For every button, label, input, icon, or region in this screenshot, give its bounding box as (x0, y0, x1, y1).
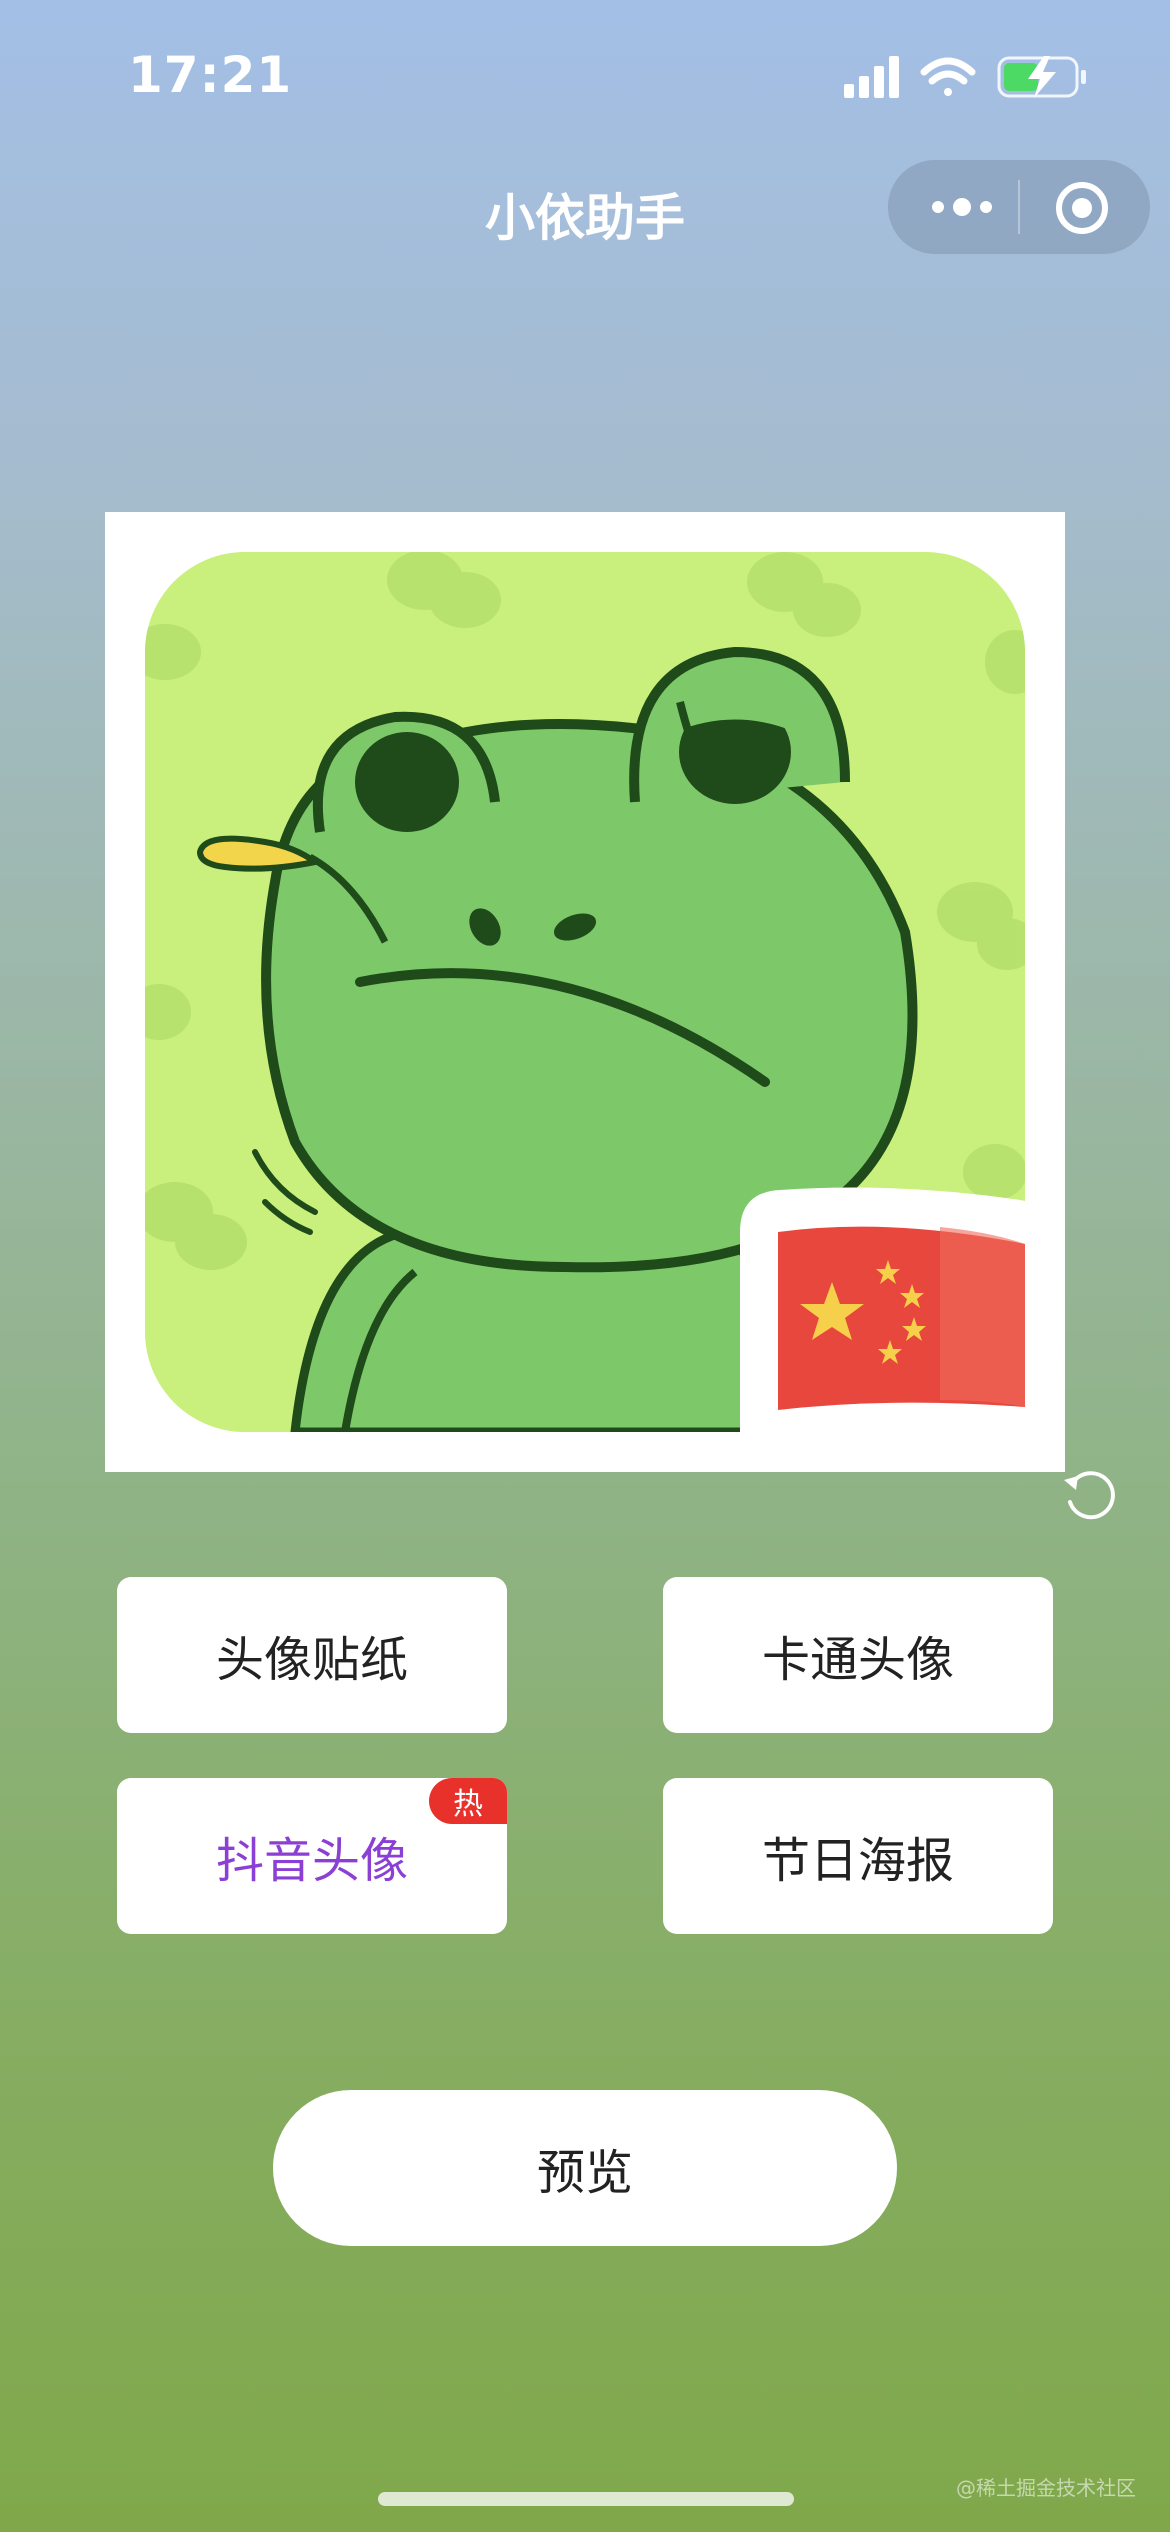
wifi-icon (920, 57, 976, 96)
target-circle-icon[interactable] (1052, 178, 1112, 238)
menu-item-label: 头像贴纸 (215, 1632, 408, 1688)
signal-icon (844, 56, 899, 98)
more-dots-icon[interactable] (924, 184, 1008, 230)
menu-item-douyin-avatar[interactable]: 抖音头像 热 (117, 1778, 507, 1934)
menu-item-cartoon-avatar[interactable]: 卡通头像 (663, 1577, 1053, 1733)
status-time: 17:21 (128, 46, 293, 104)
status-bar: 17:21 (0, 0, 1170, 150)
hot-badge: 热 (429, 1778, 507, 1824)
menu-item-label: 抖音头像 (215, 1833, 408, 1889)
nav-bar: 小依助手 (0, 150, 1170, 262)
preview-button-label: 预览 (536, 2145, 633, 2201)
menu-item-avatar-sticker[interactable]: 头像贴纸 (117, 1577, 507, 1733)
rotate-icon[interactable] (1060, 1466, 1118, 1524)
preview-button[interactable]: 预览 (273, 2090, 897, 2246)
china-flag-sticker[interactable] (740, 1172, 1065, 1442)
menu-item-label: 卡通头像 (761, 1632, 954, 1688)
menu-item-label: 节日海报 (761, 1833, 954, 1889)
battery-charging-icon (997, 56, 1086, 98)
mini-program-capsule (888, 160, 1150, 254)
menu-item-holiday-poster[interactable]: 节日海报 (663, 1778, 1053, 1934)
avatar-canvas[interactable] (105, 512, 1065, 1472)
capsule-divider (1018, 180, 1020, 234)
status-icons (844, 52, 1094, 102)
watermark: @稀土掘金技术社区 (956, 2476, 1136, 2500)
home-indicator[interactable] (378, 2492, 794, 2506)
